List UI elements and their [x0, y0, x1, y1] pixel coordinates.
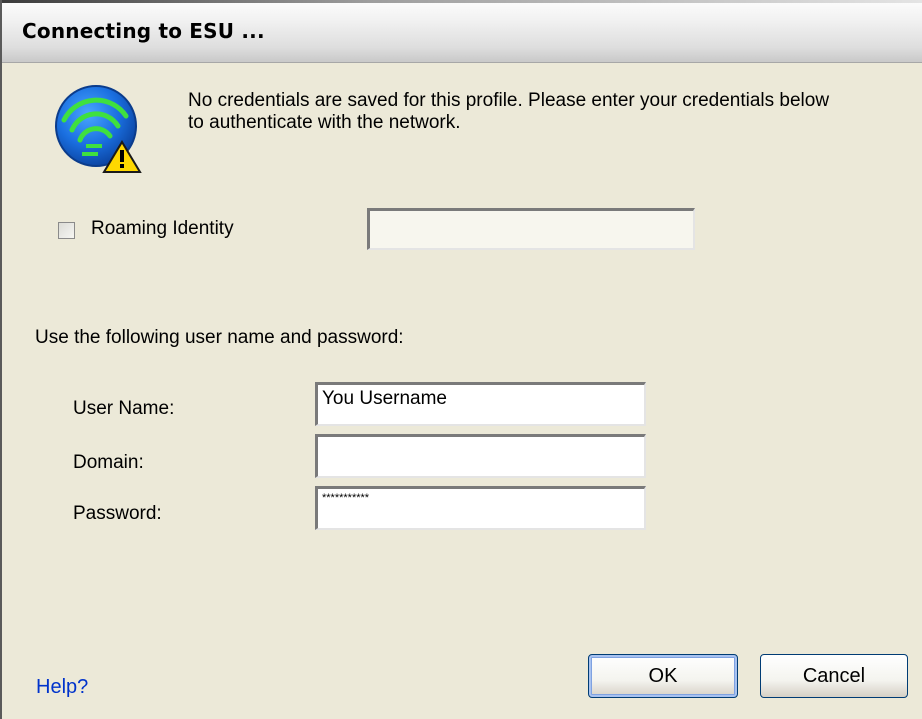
window-title: Connecting to ESU ... [22, 19, 265, 43]
ok-button[interactable]: OK [588, 654, 738, 698]
credentials-section-label: Use the following user name and password… [35, 327, 404, 348]
roaming-identity-label[interactable]: Roaming Identity [91, 218, 234, 240]
help-link[interactable]: Help? [36, 676, 88, 699]
info-message-line-1: No credentials are saved for this profil… [188, 90, 830, 111]
domain-field[interactable] [315, 434, 646, 478]
username-field[interactable]: You Username [315, 382, 646, 426]
info-message: No credentials are saved for this profil… [188, 90, 908, 134]
title-bar[interactable]: Connecting to ESU ... [2, 3, 922, 63]
roaming-identity-checkbox[interactable] [58, 222, 75, 239]
roaming-identity-input[interactable] [367, 208, 695, 250]
cancel-button[interactable]: Cancel [760, 654, 908, 698]
info-message-line-2: to authenticate with the network. [188, 112, 461, 133]
credentials-dialog: Connecting to ESU ... No credentials are… [0, 0, 922, 719]
username-label: User Name: [73, 398, 175, 419]
password-field[interactable]: *********** [315, 486, 646, 530]
wireless-network-warning-icon [55, 85, 142, 173]
domain-label: Domain: [73, 452, 144, 473]
password-label: Password: [73, 503, 162, 524]
